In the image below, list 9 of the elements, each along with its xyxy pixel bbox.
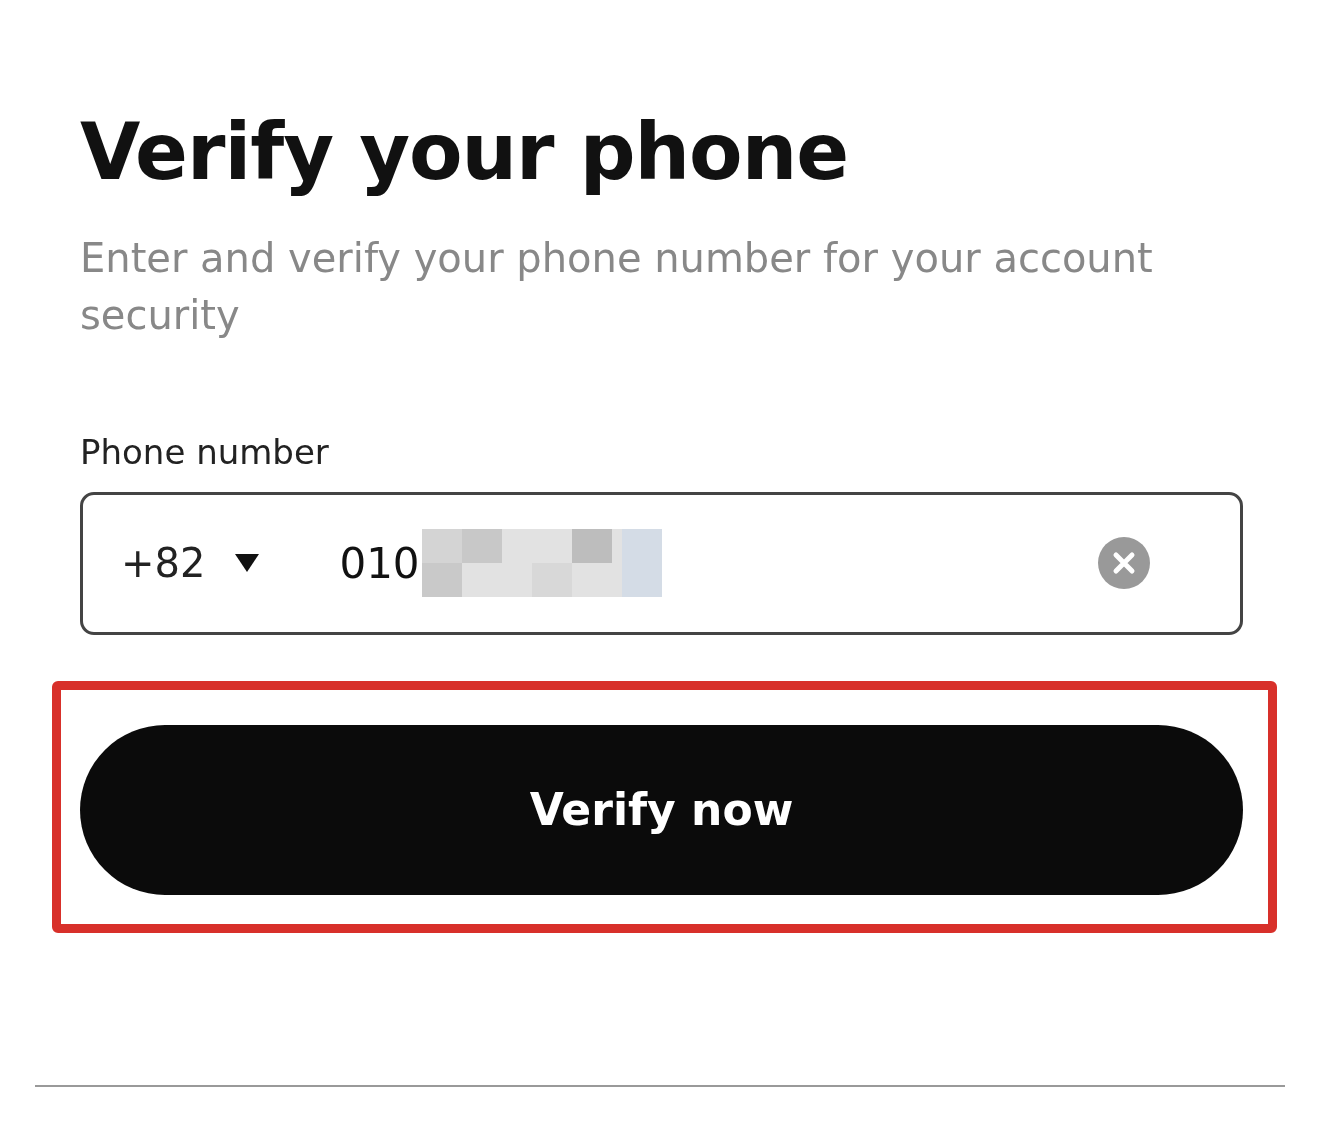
clear-icon[interactable] xyxy=(1098,537,1150,590)
phone-value: 010 xyxy=(339,538,420,588)
instruction-text: Enter and verify your phone number for your account security xyxy=(80,233,1154,340)
page-title: Verify your phone xyxy=(80,106,849,199)
caret-icon[interactable] xyxy=(235,554,260,573)
verify-button[interactable]: Verify now xyxy=(80,724,1243,895)
field-label: Phone number xyxy=(80,431,329,472)
country-code[interactable]: +82 xyxy=(121,540,206,587)
phone-field[interactable]: +82 010 xyxy=(80,491,1243,635)
